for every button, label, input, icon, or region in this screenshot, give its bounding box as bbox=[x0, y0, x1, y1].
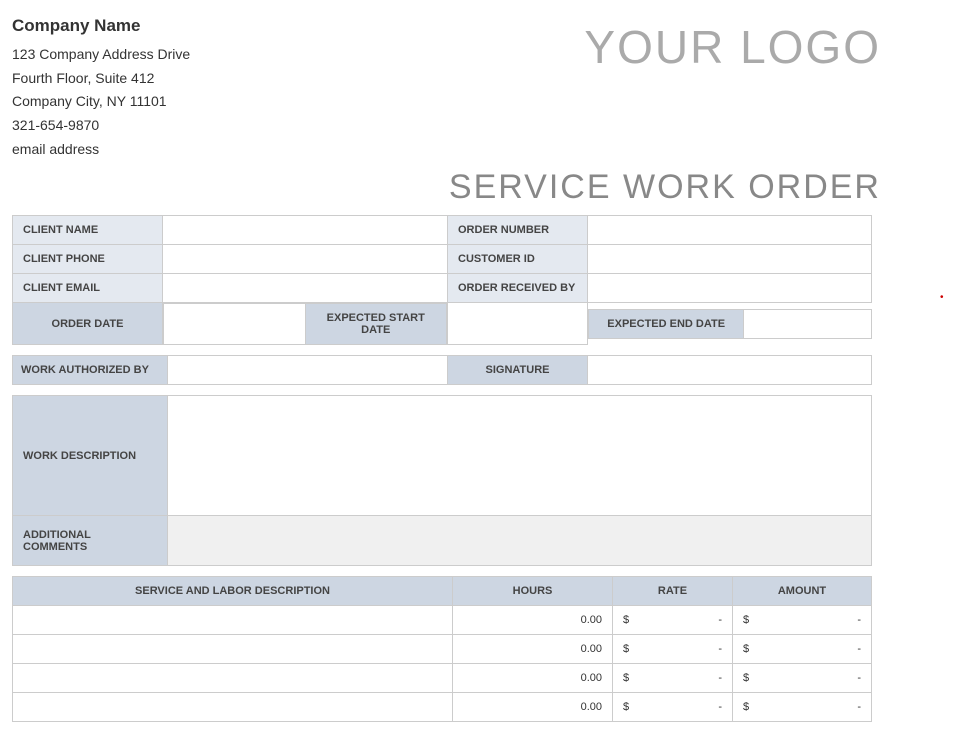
cell-rate: $- bbox=[613, 693, 733, 722]
col-service-desc: SERVICE AND LABOR DESCRIPTION bbox=[13, 577, 453, 606]
cell-hours: 0.00 bbox=[453, 693, 613, 722]
value-expected-start bbox=[448, 302, 588, 345]
line-item-row: 0.00 $- $- bbox=[13, 693, 872, 722]
col-rate: RATE bbox=[613, 577, 733, 606]
client-info-table: CLIENT NAME ORDER NUMBER CLIENT PHONE CU… bbox=[12, 215, 872, 346]
cell-amount: $- bbox=[733, 664, 872, 693]
company-phone: 321-654-9870 bbox=[12, 114, 190, 138]
company-city-line: Company City, NY 11101 bbox=[12, 90, 190, 114]
line-item-row: 0.00 $- $- bbox=[13, 664, 872, 693]
company-address-line2: Fourth Floor, Suite 412 bbox=[12, 67, 190, 91]
cell-rate: $- bbox=[613, 664, 733, 693]
cell-desc bbox=[13, 606, 453, 635]
cell-desc bbox=[13, 664, 453, 693]
company-address-line1: 123 Company Address Drive bbox=[12, 43, 190, 67]
label-order-number: ORDER NUMBER bbox=[448, 215, 588, 244]
company-name: Company Name bbox=[12, 12, 190, 41]
marker-dot-icon: • bbox=[940, 292, 944, 303]
label-expected-start: EXPECTED START DATE bbox=[305, 303, 447, 344]
label-work-authorized-by: WORK AUTHORIZED BY bbox=[13, 356, 168, 385]
cell-rate: $- bbox=[613, 606, 733, 635]
cell-amount: $- bbox=[733, 635, 872, 664]
label-order-date: ORDER DATE bbox=[13, 302, 163, 345]
company-email: email address bbox=[12, 138, 190, 162]
line-item-row: 0.00 $- $- bbox=[13, 635, 872, 664]
cell-amount: $- bbox=[733, 606, 872, 635]
logo-placeholder: YOUR LOGO bbox=[584, 20, 881, 74]
value-client-phone bbox=[163, 244, 448, 273]
col-amount: AMOUNT bbox=[733, 577, 872, 606]
cell-desc bbox=[13, 635, 453, 664]
label-signature: SIGNATURE bbox=[448, 356, 588, 385]
label-expected-end: EXPECTED END DATE bbox=[589, 309, 744, 338]
value-signature bbox=[588, 356, 872, 385]
col-hours: HOURS bbox=[453, 577, 613, 606]
cell-hours: 0.00 bbox=[453, 664, 613, 693]
value-client-email bbox=[163, 273, 448, 302]
label-order-received-by: ORDER RECEIVED BY bbox=[448, 273, 588, 302]
label-work-description: WORK DESCRIPTION bbox=[13, 396, 168, 516]
cell-rate: $- bbox=[613, 635, 733, 664]
authorization-table: WORK AUTHORIZED BY SIGNATURE bbox=[12, 355, 872, 385]
line-items-table: SERVICE AND LABOR DESCRIPTION HOURS RATE… bbox=[12, 576, 872, 722]
work-description-table: WORK DESCRIPTION ADDITIONAL COMMENTS bbox=[12, 395, 872, 566]
value-work-authorized-by bbox=[168, 356, 448, 385]
line-item-row: 0.00 $- $- bbox=[13, 606, 872, 635]
cell-hours: 0.00 bbox=[453, 635, 613, 664]
label-client-email: CLIENT EMAIL bbox=[13, 273, 163, 302]
value-expected-end bbox=[744, 309, 871, 338]
cell-amount: $- bbox=[733, 693, 872, 722]
company-info: Company Name 123 Company Address Drive F… bbox=[12, 12, 190, 162]
value-work-description bbox=[168, 396, 872, 516]
value-customer-id bbox=[588, 244, 872, 273]
label-client-phone: CLIENT PHONE bbox=[13, 244, 163, 273]
value-additional-comments bbox=[168, 516, 872, 566]
label-client-name: CLIENT NAME bbox=[13, 215, 163, 244]
label-customer-id: CUSTOMER ID bbox=[448, 244, 588, 273]
value-client-name bbox=[163, 215, 448, 244]
document-title: SERVICE WORK ORDER bbox=[12, 168, 881, 207]
cell-hours: 0.00 bbox=[453, 606, 613, 635]
cell-desc bbox=[13, 693, 453, 722]
value-order-received-by bbox=[588, 273, 872, 302]
value-order-number bbox=[588, 215, 872, 244]
value-order-date bbox=[164, 303, 306, 344]
label-additional-comments: ADDITIONAL COMMENTS bbox=[13, 516, 168, 566]
